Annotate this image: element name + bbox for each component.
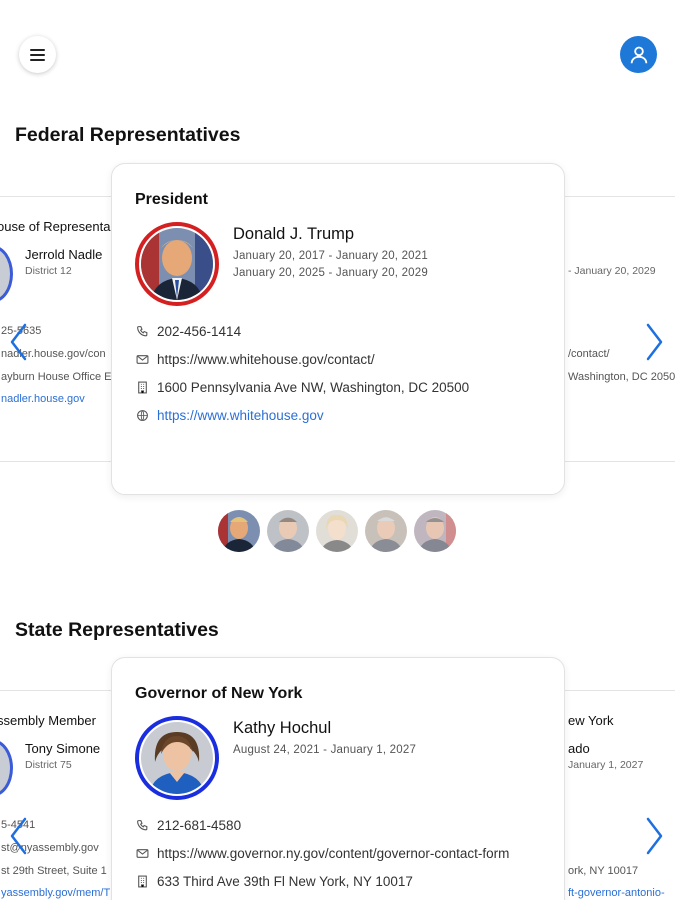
menu-button[interactable] (19, 36, 56, 73)
user-account-icon (630, 46, 647, 63)
website-link[interactable]: https://www.whitehouse.gov (157, 408, 324, 423)
prev-card-website[interactable]: nadler.house.gov (1, 393, 85, 405)
president-photo (141, 228, 213, 300)
thumbnail-4[interactable] (365, 510, 407, 552)
prev-card-address: ayburn House Office E (1, 371, 112, 383)
card-office-title: President (135, 191, 208, 208)
thumbnail-5[interactable] (414, 510, 456, 552)
carousel-thumbnails (218, 510, 463, 552)
prev-card-district: District 12 (25, 265, 72, 277)
chevron-right-icon[interactable] (643, 816, 665, 856)
state-next-office: ew York (568, 713, 614, 728)
governor-contact-row[interactable]: https://www.governor.ny.gov/content/gove… (135, 846, 509, 861)
website-row[interactable]: https://www.whitehouse.gov (135, 408, 324, 423)
mail-icon (135, 353, 149, 367)
governor-address-row: 633 Third Ave 39th Fl New York, NY 10017 (135, 874, 413, 889)
president-card[interactable]: President Donald J. Trump January 20, 20… (111, 163, 565, 495)
phone-icon (135, 819, 149, 833)
state-prev-office: ssembly Member (0, 713, 96, 728)
state-prev-address: st 29th Street, Suite 1 (1, 865, 107, 877)
address-row: 1600 Pennsylvania Ave NW, Washington, DC… (135, 380, 469, 395)
state-next-address: ork, NY 10017 (568, 865, 639, 877)
mail-icon (135, 847, 149, 861)
state-next-website[interactable]: ft-governor-antonio- (568, 887, 665, 899)
governor-office-title: Governor of New York (135, 685, 303, 702)
phone-icon (135, 325, 149, 339)
chevron-left-icon[interactable] (8, 816, 30, 856)
prev-card-name: Jerrold Nadle (25, 247, 103, 262)
chevron-left-icon[interactable] (8, 322, 30, 362)
thumbnail-3[interactable] (316, 510, 358, 552)
building-icon (135, 381, 149, 395)
phone-number: 202-456-1414 (157, 324, 242, 339)
hamburger-menu-icon (30, 46, 45, 64)
building-icon (135, 875, 149, 889)
president-term-1: January 20, 2017 - January 20, 2021 (233, 250, 428, 262)
governor-photo (141, 722, 213, 794)
state-prev-website[interactable]: yassembly.gov/mem/T (1, 887, 110, 899)
federal-section-title: Federal Representatives (15, 124, 241, 146)
thumbnail-2[interactable] (267, 510, 309, 552)
address-text: 1600 Pennsylvania Ave NW, Washington, DC… (157, 380, 470, 395)
phone-row[interactable]: 202-456-1414 (135, 324, 241, 339)
state-prev-photo (0, 739, 13, 797)
governor-phone-row[interactable]: 212-681-4580 (135, 818, 241, 833)
state-prev-district: District 75 (25, 759, 72, 771)
governor-address: 633 Third Ave 39th Fl New York, NY 10017 (157, 874, 413, 889)
thumbnail-1[interactable] (218, 510, 260, 552)
next-card-term: - January 20, 2029 (568, 265, 656, 277)
contact-url: https://www.whitehouse.gov/contact/ (157, 352, 375, 367)
contact-row[interactable]: https://www.whitehouse.gov/contact/ (135, 352, 375, 367)
account-button[interactable] (620, 36, 657, 73)
governor-photo-ring (135, 716, 219, 800)
state-next-name: ado (568, 741, 590, 756)
governor-card[interactable]: Governor of New York Kathy Hochul August… (111, 657, 565, 900)
chevron-right-icon[interactable] (643, 322, 665, 362)
prev-card-office: ouse of Representa (0, 219, 111, 234)
state-prev-name: Tony Simone (25, 741, 101, 756)
prev-card-photo (0, 245, 13, 303)
state-section-title: State Representatives (15, 619, 219, 641)
governor-contact-url: https://www.governor.ny.gov/content/gove… (157, 846, 510, 861)
governor-phone: 212-681-4580 (157, 818, 242, 833)
president-term-2: January 20, 2025 - January 20, 2029 (233, 267, 428, 279)
state-next-term: January 1, 2027 (568, 759, 644, 771)
globe-icon (135, 409, 149, 423)
next-card-contact: /contact/ (568, 348, 610, 360)
president-photo-ring (135, 222, 219, 306)
governor-term: August 24, 2021 - January 1, 2027 (233, 744, 417, 756)
governor-name: Kathy Hochul (233, 719, 332, 737)
president-name: Donald J. Trump (233, 225, 355, 243)
next-card-address: Washington, DC 2050 (568, 371, 675, 383)
